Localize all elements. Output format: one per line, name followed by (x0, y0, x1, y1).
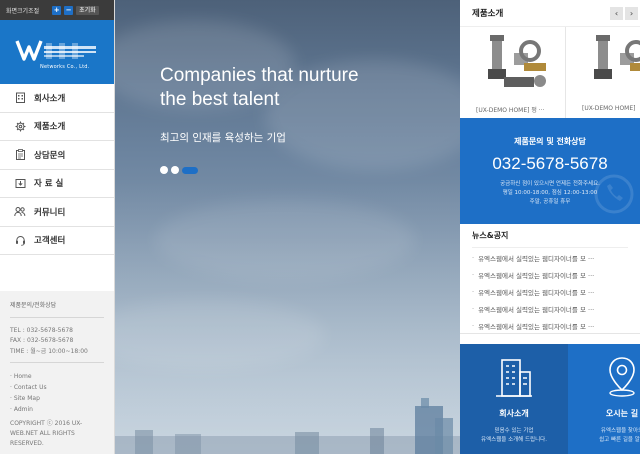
slider-pagination (160, 166, 198, 174)
product-image (488, 35, 546, 87)
cloud-shape (115, 300, 325, 370)
quick-link-desc-line: 쉽고 빠른 길을 알려 (599, 437, 640, 443)
menu-item-label: 고객센터 (34, 236, 66, 247)
zoom-in-button[interactable]: + (52, 5, 62, 15)
building-icon (460, 354, 568, 398)
menu-item-products[interactable]: 제품소개 (0, 113, 114, 141)
product-name: [UX-DEMO HOME] (582, 105, 636, 112)
contact-title: 제품문의 및 전화상담 (514, 137, 586, 146)
download-icon (14, 177, 26, 189)
reset-zoom-button[interactable]: 초기화 (76, 5, 99, 15)
logo[interactable]: Networks Co., Ltd. (0, 20, 114, 84)
news-item[interactable]: 유엑스웹에서 실력있는 웹디자이너를 모 ··· (472, 300, 628, 317)
main-menu: 회사소개 제품소개 상담문의 자 료 실 커뮤니티 고객센터 (0, 84, 114, 255)
products-title: 제품소개 (472, 9, 504, 19)
phone-watermark-icon (594, 174, 634, 214)
sidebar-contact-info: 제품문의/전화상담 TEL : 032-5678-5678 FAX : 032-… (0, 291, 114, 454)
building-icon (14, 92, 26, 104)
next-product-button[interactable]: › (625, 7, 638, 20)
quick-link-desc-line: 유엑스웹을 소개해 드립니다. (481, 437, 547, 443)
news-item[interactable]: 유엑스웹에서 실력있는 웹디자이너를 모 ··· (472, 317, 628, 334)
news-title: 뉴스&공지 (472, 224, 628, 248)
menu-item-label: 커뮤니티 (34, 207, 66, 218)
right-panel: 제품소개 ‹ › [UX-DEMO HOME] 펑 ··· [UX-DEMO H… (460, 0, 640, 454)
product-carousel: [UX-DEMO HOME] 펑 ··· [UX-DEMO HOME] (460, 26, 640, 118)
zoom-out-button[interactable]: − (64, 5, 74, 15)
menu-item-inquiry[interactable]: 상담문의 (0, 141, 114, 170)
headset-icon (14, 234, 26, 246)
news-item[interactable]: 유엑스웹에서 실력있는 웹디자이너를 모 ··· (472, 249, 628, 266)
menu-item-label: 상담문의 (34, 150, 66, 161)
slide-dot[interactable] (171, 166, 179, 174)
home-link[interactable]: · Home (10, 371, 104, 382)
logo-mark-icon (15, 40, 96, 61)
hero-subtitle: 최고의 인재를 육성하는 기업 (160, 132, 286, 144)
page: 화면크기조절 + − 초기화 Networks Co., Ltd. 회사소개 제… (0, 0, 640, 454)
menu-item-label: 제품소개 (34, 122, 66, 133)
products-header: 제품소개 ‹ › (460, 0, 640, 26)
quick-link-desc-line: 믿음수 있는 기업 (494, 428, 534, 434)
news-section: 뉴스&공지 유엑스웹에서 실력있는 웹디자이너를 모 ··· 유엑스웹에서 실력… (460, 224, 640, 334)
product-name: [UX-DEMO HOME] 펑 ··· (476, 107, 545, 114)
contact-us-link[interactable]: · Contact Us (10, 382, 104, 393)
contact-info-title: 제품문의/전화상담 (10, 302, 57, 309)
news-item[interactable]: 유엑스웹에서 실력있는 웹디자이너를 모 ··· (472, 283, 628, 300)
hero-title: Companies that nurture the best talent (160, 64, 440, 112)
product-card[interactable]: [UX-DEMO HOME] 펑 ··· (460, 27, 566, 118)
footer-links: · Home · Contact Us · Site Map · Admin (10, 371, 104, 415)
map-pin-icon (568, 354, 640, 398)
cloud-shape (155, 200, 415, 280)
city-skyline-image (115, 398, 460, 454)
news-item[interactable]: 유엑스웹에서 실력있는 웹디자이너를 모 ··· (472, 266, 628, 283)
admin-link[interactable]: · Admin (10, 404, 104, 415)
product-image (594, 35, 640, 79)
quick-link-directions[interactable]: 오시는 길 유엑스웹을 찾아오 쉽고 빠른 길을 알려 (568, 344, 640, 454)
news-list: 유엑스웹에서 실력있는 웹디자이너를 모 ··· 유엑스웹에서 실력있는 웹디자… (472, 249, 628, 334)
quick-link-desc: 믿음수 있는 기업 유엑스웹을 소개해 드립니다. (460, 427, 568, 445)
contact-phone[interactable]: 032-5678-5678 (460, 154, 640, 174)
quick-link-desc-line: 유엑스웹을 찾아오 (600, 428, 640, 434)
slide-dot[interactable] (160, 166, 168, 174)
hero-title-line: Companies that nurture (160, 65, 359, 86)
hero-title-line: the best talent (160, 89, 280, 110)
hours-text: TIME : 월~금 10:00~18:00 (10, 347, 88, 355)
quick-link-title: 오시는 길 (605, 409, 639, 418)
quick-links: 회사소개 믿음수 있는 기업 유엑스웹을 소개해 드립니다. 오시는 길 유엑스… (460, 344, 640, 454)
menu-item-archive[interactable]: 자 료 실 (0, 170, 114, 198)
fax-text: FAX : 032-5678-5678 (10, 337, 74, 344)
users-icon (14, 206, 26, 218)
tel-text: TEL : 032-5678-5678 (10, 326, 73, 334)
font-size-label: 화면크기조절 (6, 7, 40, 15)
logo-subtitle: Networks Co., Ltd. (40, 64, 90, 70)
product-card[interactable]: [UX-DEMO HOME] (566, 27, 640, 118)
clipboard-icon (14, 149, 26, 161)
site-map-link[interactable]: · Site Map (10, 393, 104, 404)
quick-link-title: 회사소개 (499, 409, 529, 418)
menu-item-label: 자 료 실 (34, 179, 64, 190)
gear-icon (14, 120, 26, 132)
copyright-text: COPYRIGHT ⓒ 2016 UX-WEB.NET ALL RIGHTS R… (10, 420, 83, 447)
prev-product-button[interactable]: ‹ (610, 7, 623, 20)
menu-item-community[interactable]: 커뮤니티 (0, 198, 114, 227)
menu-item-support[interactable]: 고객센터 (0, 227, 114, 255)
hero-banner: Companies that nurture the best talent 최… (115, 0, 460, 454)
quick-link-desc: 유엑스웹을 찾아오 쉽고 빠른 길을 알려 (568, 427, 640, 445)
divider (10, 316, 104, 318)
contact-box: 제품문의 및 전화상담 032-5678-5678 궁금하신 점이 있으시면 언… (460, 118, 640, 224)
font-size-toolbar: 화면크기조절 + − 초기화 (0, 0, 114, 20)
menu-item-label: 회사소개 (34, 93, 66, 104)
quick-link-company[interactable]: 회사소개 믿음수 있는 기업 유엑스웹을 소개해 드립니다. (460, 344, 568, 454)
slide-dot-active[interactable] (182, 166, 198, 174)
divider (10, 362, 104, 363)
menu-item-company[interactable]: 회사소개 (0, 84, 114, 113)
sidebar: 화면크기조절 + − 초기화 Networks Co., Ltd. 회사소개 제… (0, 0, 115, 454)
